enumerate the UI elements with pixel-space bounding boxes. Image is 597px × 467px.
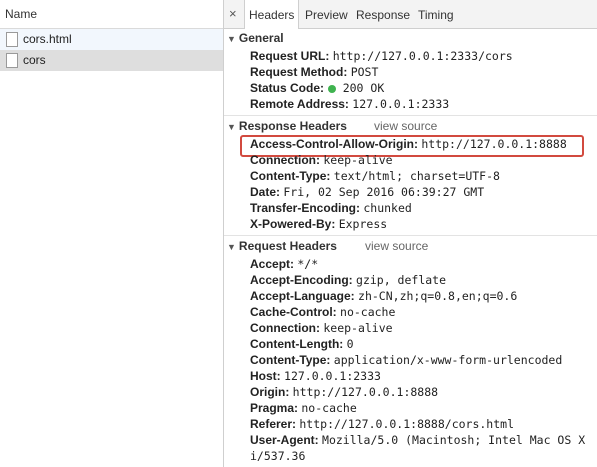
section-divider [224, 235, 597, 236]
header-value: */* [297, 257, 319, 271]
header-key: Connection: [250, 153, 320, 167]
header-value: keep-alive [323, 321, 393, 335]
header-value: 127.0.0.1:2333 [352, 97, 450, 111]
tab-preview[interactable]: Preview [305, 0, 348, 28]
header-key: Pragma: [250, 401, 299, 415]
general-row: Request Method: POST [250, 64, 378, 80]
header-value: http://127.0.0.1:8888 [421, 137, 567, 151]
close-icon[interactable]: × [229, 6, 237, 21]
request-header-row: User-Agent: Mozilla/5.0 (Macintosh; Inte… [250, 432, 585, 448]
view-source-link[interactable]: view source [365, 237, 428, 255]
header-key: Status Code: [250, 81, 325, 95]
view-source-link[interactable]: view source [374, 117, 437, 135]
header-key: Date: [250, 185, 281, 199]
header-value: zh-CN,zh;q=0.8,en;q=0.6 [358, 289, 518, 303]
request-header-row: Origin: http://127.0.0.1:8888 [250, 384, 438, 400]
header-value: chunked [363, 201, 412, 215]
response-headers-section-toggle[interactable]: ▼ Response Headers [227, 117, 347, 135]
header-value: POST [350, 65, 379, 79]
header-key: Accept-Language: [250, 289, 355, 303]
response-headers-title: Response Headers [238, 119, 347, 133]
general-row: Remote Address: 127.0.0.1:2333 [250, 96, 449, 112]
request-header-row: Accept: */* [250, 256, 318, 272]
general-row: Status Code: 200 OK [250, 80, 384, 96]
header-key: Host: [250, 369, 281, 383]
header-value: http://127.0.0.1:8888/cors.html [299, 417, 515, 431]
request-header-row: Referer: http://127.0.0.1:8888/cors.html [250, 416, 514, 432]
header-key: Request Method: [250, 65, 348, 79]
header-key: Content-Length: [250, 337, 344, 351]
request-header-row: Content-Type: application/x-www-form-url… [250, 352, 562, 368]
header-key: User-Agent: [250, 433, 319, 447]
header-key: Referer: [250, 417, 297, 431]
header-value: application/x-www-form-urlencoded [333, 353, 563, 367]
request-headers-section-toggle[interactable]: ▼ Request Headers [227, 237, 337, 255]
request-header-row: Connection: keep-alive [250, 320, 393, 336]
header-value: text/html; charset=UTF-8 [333, 169, 500, 183]
header-value: 127.0.0.1:2333 [284, 369, 381, 383]
request-name: cors.html [23, 32, 72, 46]
request-row-cors[interactable]: cors [0, 50, 223, 71]
header-key: Accept: [250, 257, 295, 271]
response-header-row: Content-Type: text/html; charset=UTF-8 [250, 168, 500, 184]
tab-timing[interactable]: Timing [418, 0, 454, 28]
status-ok-icon [328, 85, 337, 93]
triangle-down-icon: ▼ [227, 122, 236, 132]
details-tab-bar: × Headers Preview Response Timing [224, 0, 597, 29]
response-header-row: Connection: keep-alive [250, 152, 393, 168]
header-key: Content-Type: [250, 169, 331, 183]
header-value: Express [338, 217, 388, 231]
request-list-panel: Name cors.html cors [0, 0, 224, 467]
request-header-row: Cache-Control: no-cache [250, 304, 395, 320]
triangle-down-icon: ▼ [227, 34, 236, 44]
request-header-row: Pragma: no-cache [250, 400, 357, 416]
response-header-row: Access-Control-Allow-Origin: http://127.… [250, 136, 567, 152]
request-header-row: Content-Length: 0 [250, 336, 354, 352]
name-column-header[interactable]: Name [0, 0, 223, 29]
header-value: http://127.0.0.1:2333/cors [332, 49, 513, 63]
response-header-row: Date: Fri, 02 Sep 2016 06:39:27 GMT [250, 184, 484, 200]
tab-headers[interactable]: Headers [244, 0, 300, 29]
header-key: Remote Address: [250, 97, 349, 111]
header-key: Connection: [250, 321, 320, 335]
general-title: General [238, 31, 284, 45]
header-key: Request URL: [250, 49, 330, 63]
triangle-down-icon: ▼ [227, 242, 236, 252]
request-header-row: Host: 127.0.0.1:2333 [250, 368, 381, 384]
section-divider [224, 115, 597, 116]
header-key: Cache-Control: [250, 305, 337, 319]
request-headers-title: Request Headers [238, 239, 337, 253]
request-name: cors [23, 53, 46, 67]
header-key: Origin: [250, 385, 290, 399]
header-value: no-cache [340, 305, 396, 319]
request-details-panel: × Headers Preview Response Timing ▼ Gener… [224, 0, 597, 467]
request-row-cors-html[interactable]: cors.html [0, 29, 223, 50]
header-key: X-Powered-By: [250, 217, 336, 231]
header-key: Accept-Encoding: [250, 273, 353, 287]
header-key: Transfer-Encoding: [250, 201, 361, 215]
header-value: i/537.36 [250, 449, 306, 463]
header-value: Fri, 02 Sep 2016 06:39:27 GMT [283, 185, 485, 199]
general-section-toggle[interactable]: ▼ General [227, 29, 284, 47]
header-key: Access-Control-Allow-Origin: [250, 137, 419, 151]
header-value: keep-alive [323, 153, 393, 167]
response-header-row: Transfer-Encoding: chunked [250, 200, 412, 216]
header-value: http://127.0.0.1:8888 [292, 385, 439, 399]
user-agent-continuation: i/537.36 [250, 448, 305, 464]
tab-response[interactable]: Response [356, 0, 410, 28]
header-value: Mozilla/5.0 (Macintosh; Intel Mac OS X [322, 433, 586, 447]
general-row: Request URL: http://127.0.0.1:2333/cors [250, 48, 513, 64]
document-icon [6, 53, 18, 68]
document-icon [6, 32, 18, 47]
header-key: Content-Type: [250, 353, 331, 367]
request-header-row: Accept-Encoding: gzip, deflate [250, 272, 446, 288]
header-value: 0 [346, 337, 354, 351]
request-header-row: Accept-Language: zh-CN,zh;q=0.8,en;q=0.6 [250, 288, 517, 304]
response-header-row: X-Powered-By: Express [250, 216, 387, 232]
header-value: 200 OK [342, 81, 385, 95]
header-value: no-cache [301, 401, 357, 415]
header-value: gzip, deflate [356, 273, 447, 287]
